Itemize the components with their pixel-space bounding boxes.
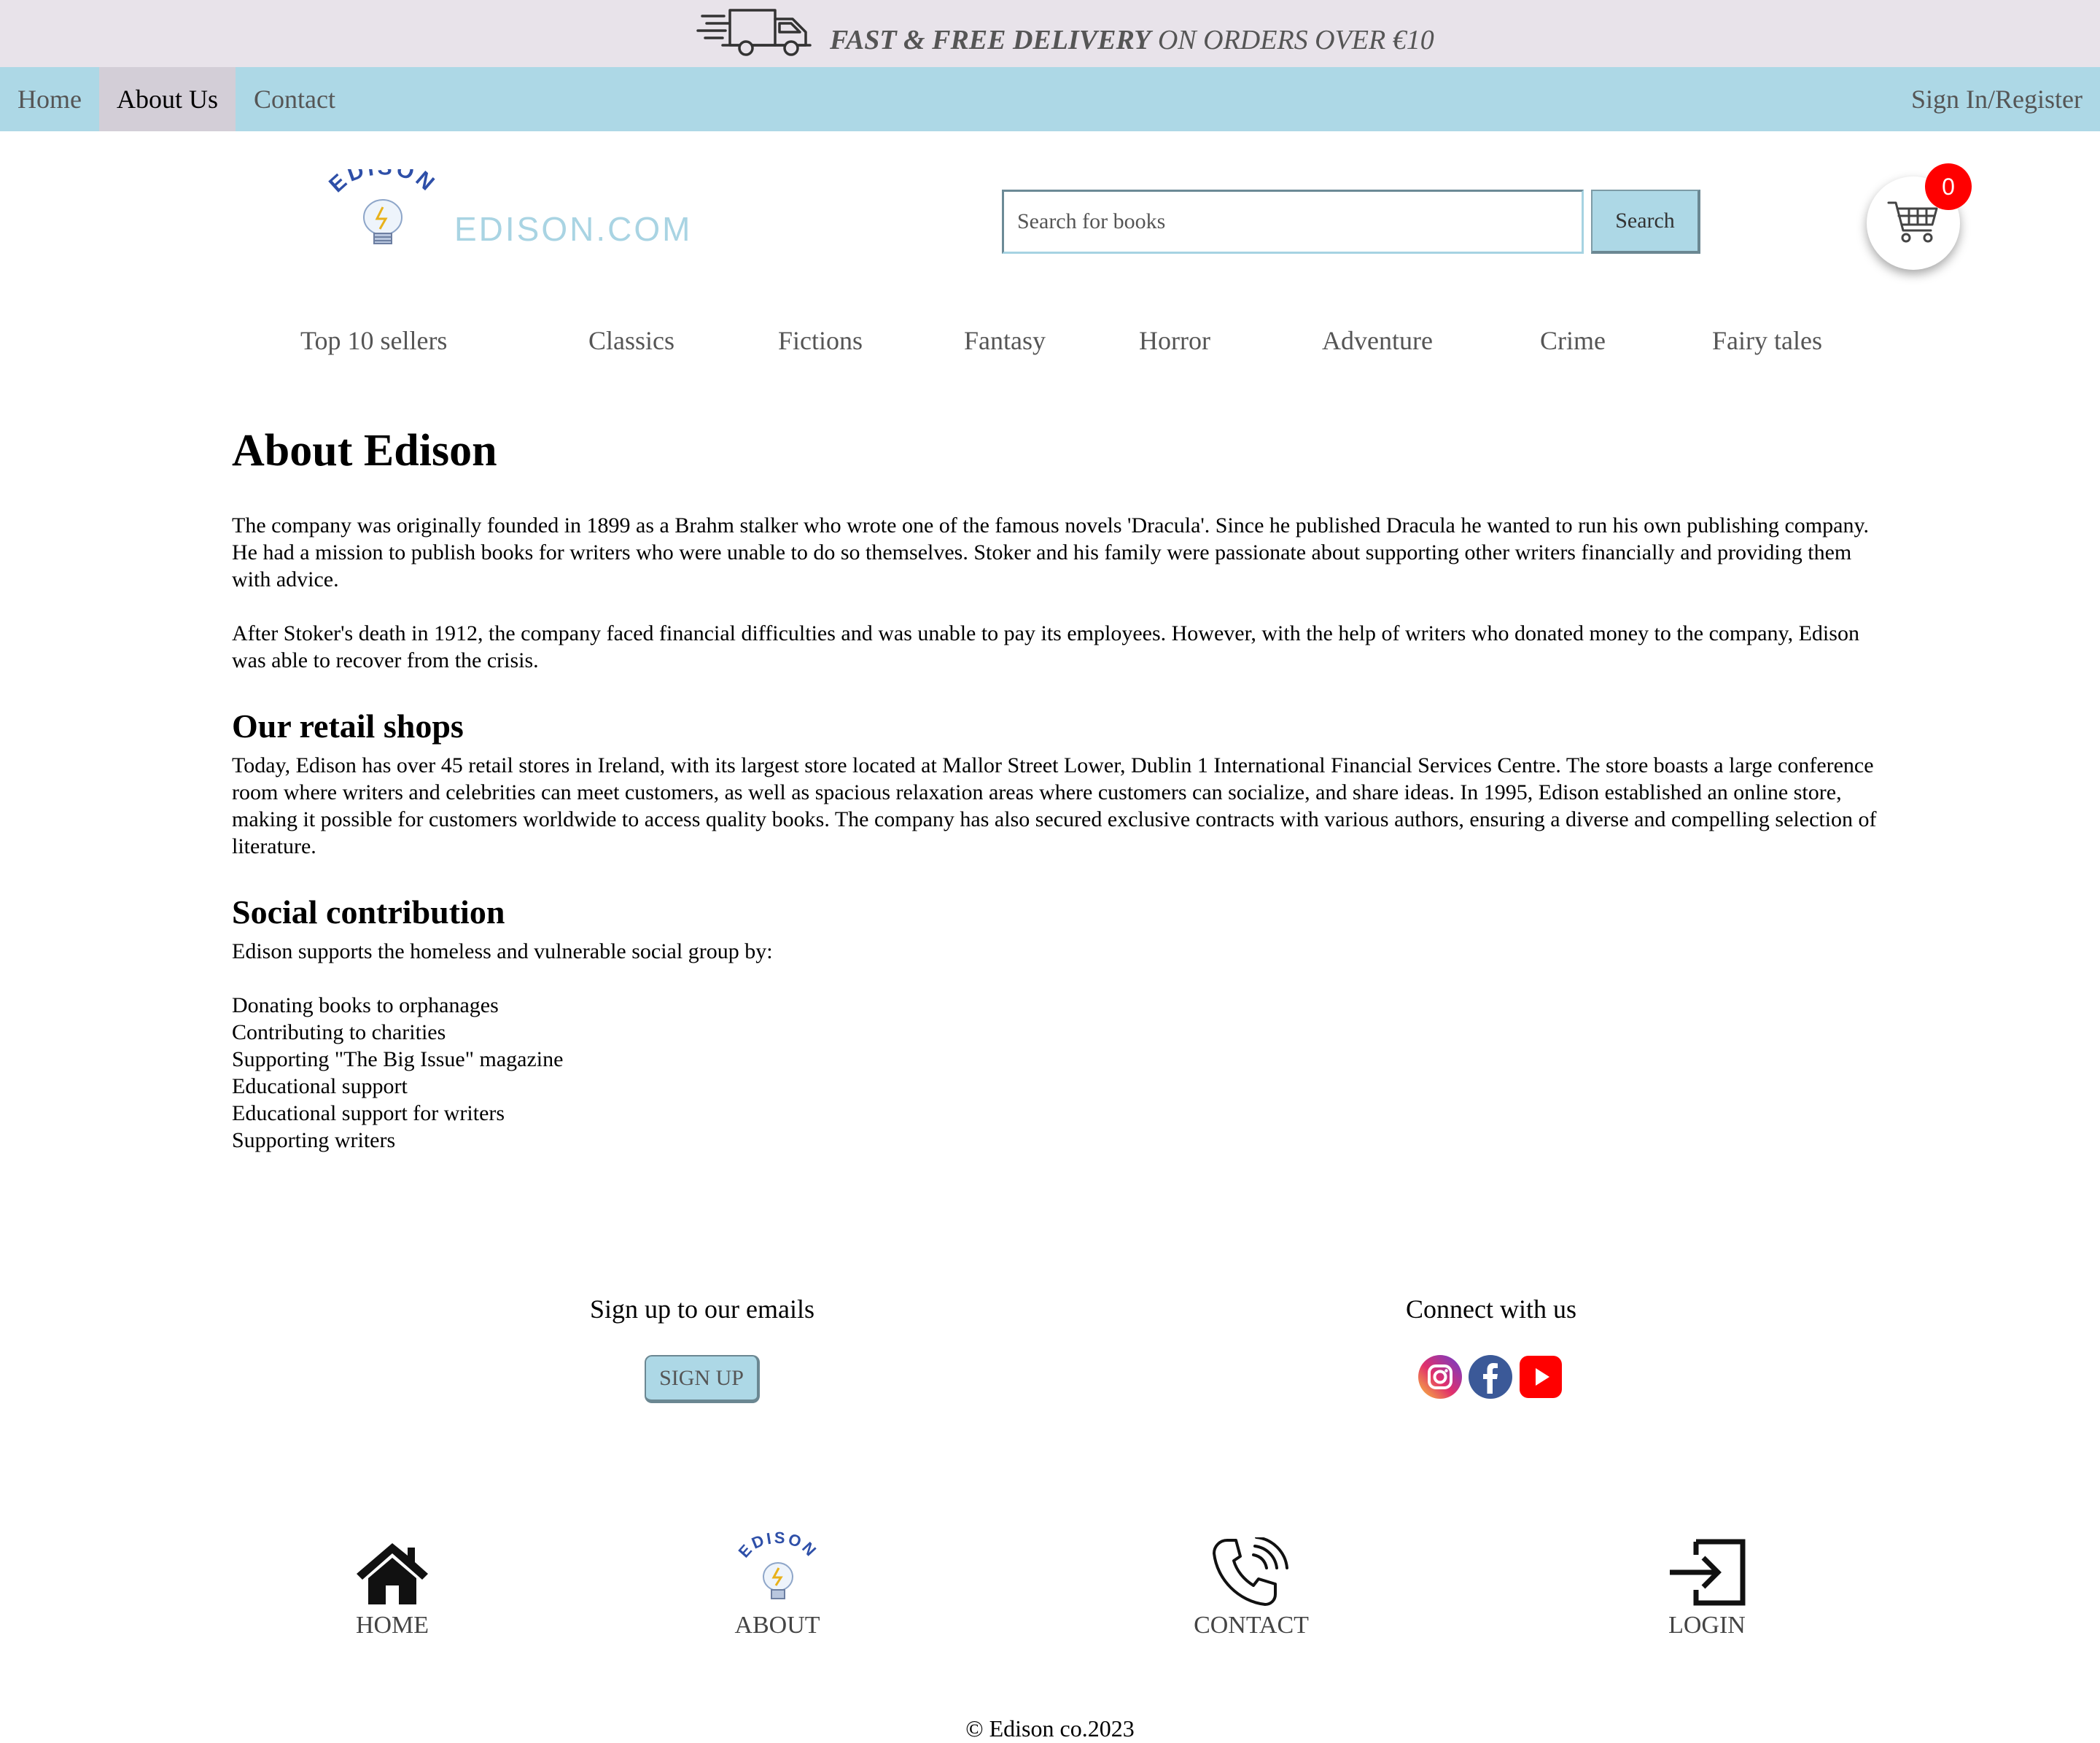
delivery-banner-bold: FAST & FREE DELIVERY <box>830 25 1151 55</box>
intro-paragraph-2: After Stoker's death in 1912, the compan… <box>232 621 1859 672</box>
home-icon[interactable] <box>352 1537 432 1607</box>
footer-login-link[interactable]: LOGIN <box>1634 1612 1780 1639</box>
copyright-text: © Edison co.2023 <box>965 1715 1135 1742</box>
edison-logo[interactable]: EDISON EDISON.COM <box>324 169 718 251</box>
category-adventure[interactable]: Adventure <box>1322 325 1433 357</box>
list-item: Donating books to orphanages <box>232 993 499 1017</box>
about-content: About Edison The company was originally … <box>232 423 1881 1154</box>
list-item: Educational support for writers <box>232 1101 505 1125</box>
category-crime[interactable]: Crime <box>1540 325 1606 357</box>
top-navbar: Home About Us Contact Sign In/Register <box>0 67 2100 131</box>
category-fantasy[interactable]: Fantasy <box>964 325 1046 357</box>
retail-heading: Our retail shops <box>232 707 464 745</box>
footer-home-link[interactable]: HOME <box>319 1612 465 1639</box>
nav-sign-in-register[interactable]: Sign In/Register <box>1894 67 2100 131</box>
youtube-icon[interactable] <box>1518 1354 1563 1400</box>
cart-count-badge: 0 <box>1925 163 1972 210</box>
search-input[interactable] <box>1002 190 1584 254</box>
phone-icon[interactable] <box>1211 1537 1291 1607</box>
footer-about-link[interactable]: ABOUT <box>704 1612 850 1639</box>
connect-heading: Connect with us <box>1406 1294 1576 1324</box>
retail-paragraph: Today, Edison has over 45 retail stores … <box>232 753 1877 858</box>
social-intro: Edison supports the homeless and vulnera… <box>232 939 773 963</box>
edison-logo-icon[interactable]: EDISON <box>738 1532 818 1609</box>
category-fairy-tales[interactable]: Fairy tales <box>1712 325 1822 357</box>
footer-logo-arc-text: EDISON <box>738 1532 818 1561</box>
signup-button[interactable]: SIGN UP <box>645 1355 760 1403</box>
intro-paragraph-1: The company was originally founded in 18… <box>232 513 1869 591</box>
category-fictions[interactable]: Fictions <box>778 325 863 357</box>
shopping-cart-icon <box>1887 201 1938 243</box>
svg-text:EDISON: EDISON <box>324 169 441 197</box>
category-horror[interactable]: Horror <box>1139 325 1210 357</box>
search-button[interactable]: Search <box>1591 190 1700 254</box>
list-item: Supporting writers <box>232 1128 396 1152</box>
facebook-icon[interactable] <box>1468 1354 1513 1400</box>
category-top-10-sellers[interactable]: Top 10 sellers <box>300 325 447 357</box>
nav-home[interactable]: Home <box>0 67 99 131</box>
delivery-banner-text: FAST & FREE DELIVERY ON ORDERS OVER €10 <box>830 26 1434 54</box>
login-icon[interactable] <box>1667 1537 1747 1607</box>
delivery-truck-icon <box>696 9 812 56</box>
nav-about-us[interactable]: About Us <box>99 67 236 131</box>
lightbulb-icon <box>363 199 402 244</box>
social-heading: Social contribution <box>232 893 505 931</box>
signup-heading: Sign up to our emails <box>590 1294 814 1324</box>
list-item: Educational support <box>232 1074 408 1098</box>
delivery-banner-rest: ON ORDERS OVER €10 <box>1151 25 1434 55</box>
page-title: About Edison <box>232 426 497 475</box>
nav-contact[interactable]: Contact <box>236 67 353 131</box>
instagram-icon[interactable] <box>1418 1354 1463 1400</box>
footer-contact-link[interactable]: CONTACT <box>1178 1612 1324 1639</box>
list-item: Contributing to charities <box>232 1020 446 1044</box>
list-item: Supporting "The Big Issue" magazine <box>232 1047 564 1071</box>
category-classics[interactable]: Classics <box>588 325 674 357</box>
logo-text: EDISON.COM <box>454 210 692 248</box>
logo-arc-text: EDISON <box>324 169 438 197</box>
svg-text:EDISON: EDISON <box>738 1532 818 1561</box>
